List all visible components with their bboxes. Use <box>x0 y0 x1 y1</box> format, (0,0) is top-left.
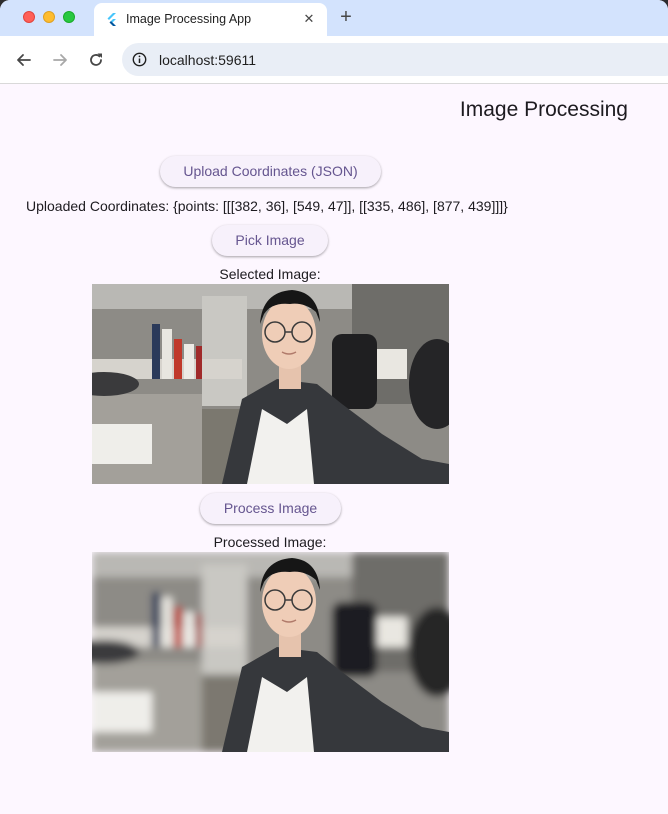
plus-icon[interactable]: + <box>336 7 356 27</box>
selected-image <box>92 284 449 484</box>
address-bar[interactable]: localhost:59611 <box>122 43 668 76</box>
forward-arrow-icon[interactable] <box>50 50 70 70</box>
browser-toolbar: localhost:59611 <box>0 36 668 84</box>
process-image-button[interactable]: Process Image <box>200 493 341 524</box>
tab-strip: Image Processing App ✕ + <box>0 0 668 36</box>
back-arrow-icon[interactable] <box>14 50 34 70</box>
processed-image-label: Processed Image: <box>213 534 327 550</box>
page-title: Image Processing <box>459 98 628 121</box>
close-window-button[interactable] <box>23 11 35 23</box>
close-icon[interactable]: ✕ <box>300 10 318 28</box>
info-icon[interactable] <box>132 52 147 67</box>
uploaded-coordinates-text: Uploaded Coordinates: {points: [[[382, 3… <box>26 198 508 214</box>
pick-image-button[interactable]: Pick Image <box>212 225 328 256</box>
reload-icon[interactable] <box>86 50 106 70</box>
processed-image <box>92 552 449 752</box>
browser-tab[interactable]: Image Processing App ✕ <box>94 3 327 36</box>
selected-image-label: Selected Image: <box>219 266 321 282</box>
app-content: Image Processing Upload Coordinates (JSO… <box>0 84 668 814</box>
flutter-favicon-icon <box>105 12 119 26</box>
maximize-window-button[interactable] <box>63 11 75 23</box>
tab-title: Image Processing App <box>126 12 252 26</box>
browser-window: Image Processing App ✕ + localhost:59611… <box>0 0 668 814</box>
url-text: localhost:59611 <box>159 52 257 68</box>
minimize-window-button[interactable] <box>43 11 55 23</box>
upload-coordinates-button[interactable]: Upload Coordinates (JSON) <box>160 156 381 187</box>
